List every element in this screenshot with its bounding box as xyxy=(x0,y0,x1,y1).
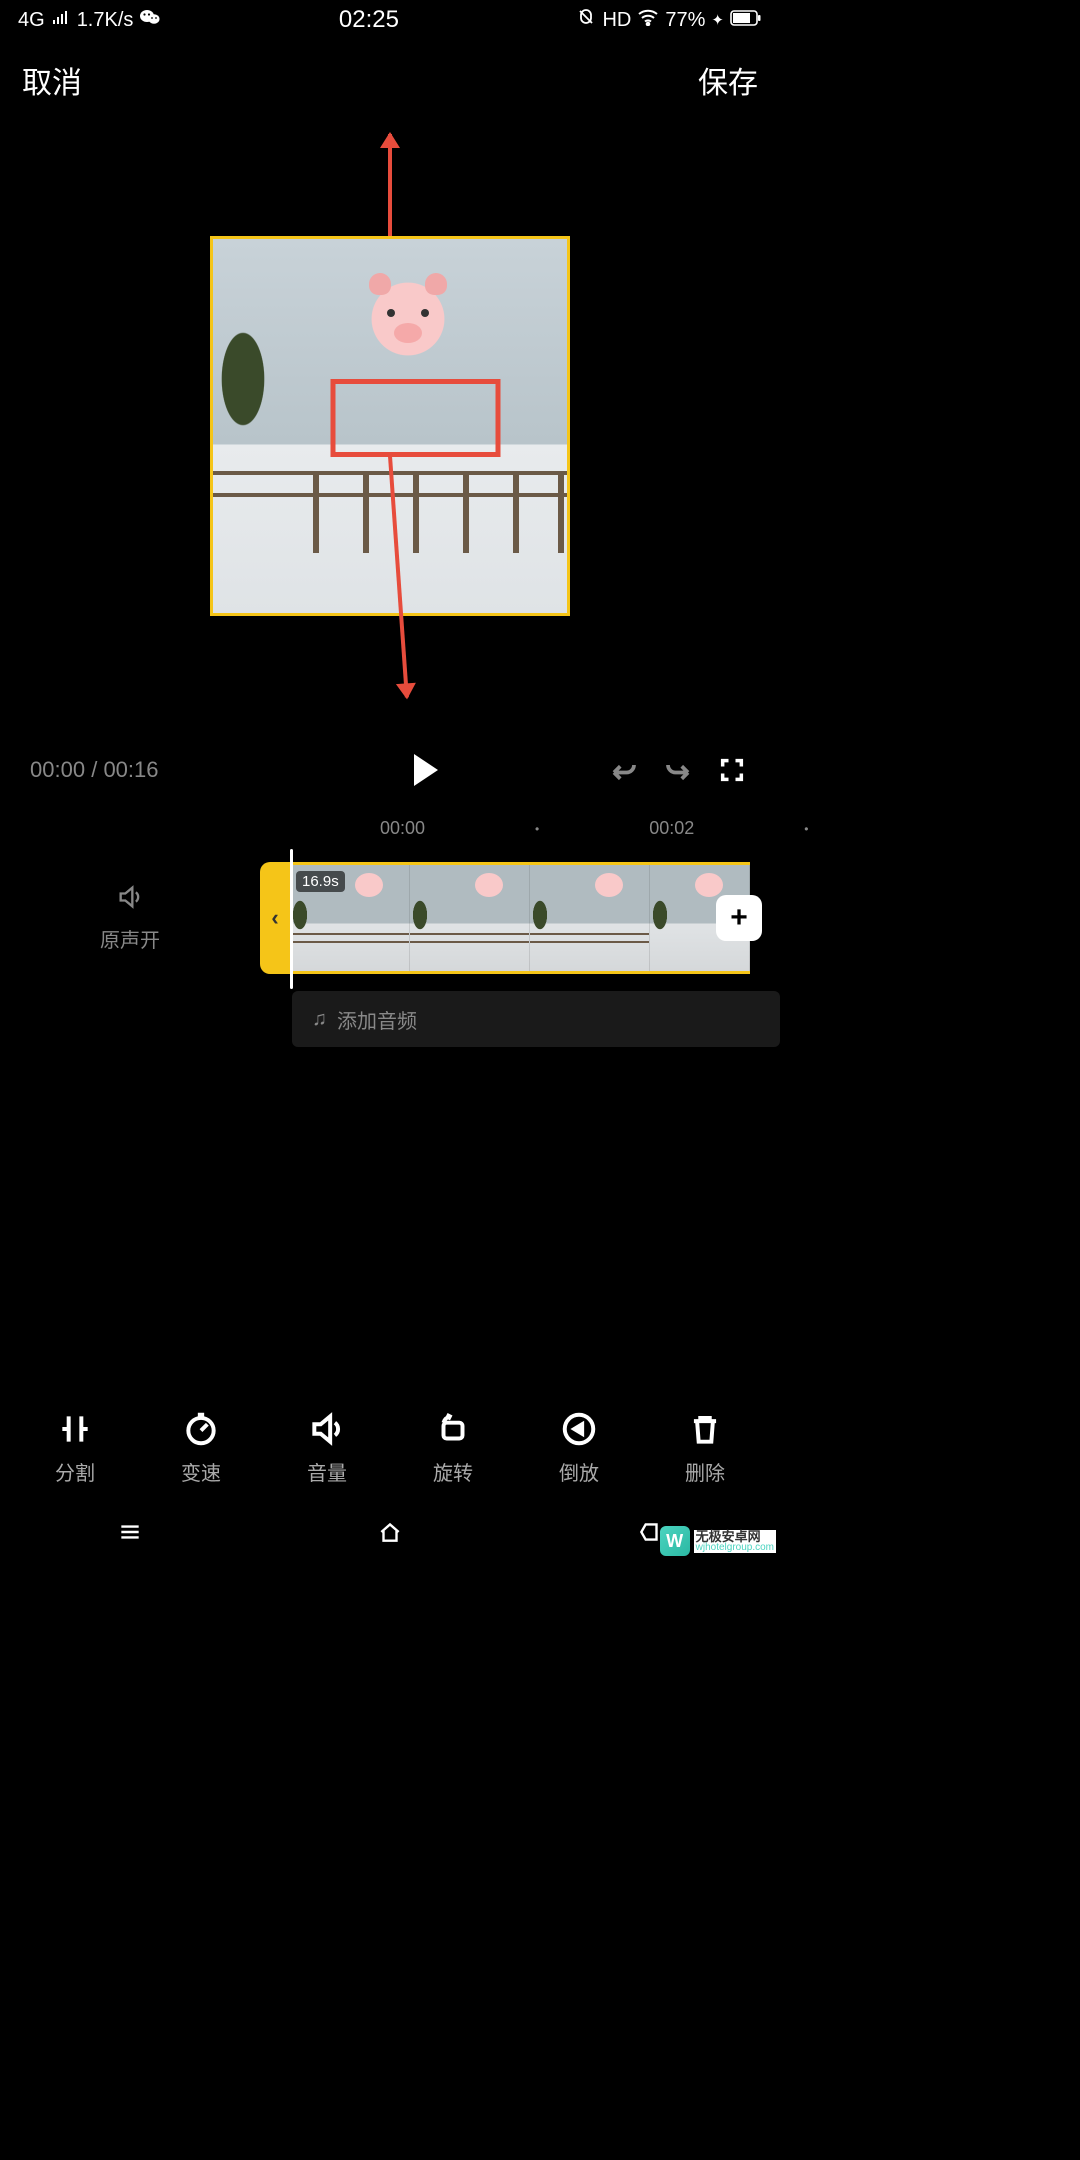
add-audio-label: 添加音频 xyxy=(337,1005,417,1034)
watermark-cn: 无极安卓网 xyxy=(694,1530,776,1543)
speaker-icon xyxy=(0,883,260,918)
add-clip-button[interactable]: + xyxy=(716,895,762,941)
timeline-ruler: 00:00 • 00:02 • xyxy=(0,818,780,839)
edit-toolbar: 分割 变速 音量 旋转 倒放 删除 xyxy=(0,1407,780,1486)
delete-label: 删除 xyxy=(685,1457,725,1486)
speed-label: 变速 xyxy=(181,1457,221,1486)
save-button[interactable]: 保存 xyxy=(698,58,758,102)
redo-icon xyxy=(663,755,693,785)
redo-button[interactable] xyxy=(660,752,696,788)
fullscreen-button[interactable] xyxy=(714,752,750,788)
playback-time: 00:00 / 00:16 xyxy=(30,757,390,783)
rotate-icon xyxy=(434,1410,472,1448)
undo-icon xyxy=(609,755,639,785)
original-sound-toggle[interactable]: 原声开 xyxy=(0,883,260,953)
rotate-label: 旋转 xyxy=(433,1457,473,1486)
ruler-mark: 00:00 xyxy=(380,818,425,839)
split-icon xyxy=(56,1410,94,1448)
split-button[interactable]: 分割 xyxy=(55,1407,95,1486)
signal-icon xyxy=(51,9,71,32)
sound-label: 原声开 xyxy=(100,930,160,952)
music-icon: ♫ xyxy=(312,1008,327,1031)
clock: 02:25 xyxy=(339,6,399,34)
timeline[interactable]: 原声开 ‹ 16.9s + xyxy=(0,863,780,973)
cancel-button[interactable]: 取消 xyxy=(22,58,82,102)
network-type: 4G xyxy=(18,9,45,32)
selected-clip-frame[interactable] xyxy=(210,236,570,616)
hd-label: HD xyxy=(602,9,631,32)
ruler-mark: 00:02 xyxy=(649,818,694,839)
speed-button[interactable]: 变速 xyxy=(181,1407,221,1486)
battery-percent: 77% xyxy=(665,9,705,32)
reverse-icon xyxy=(560,1410,598,1448)
clip-handle-left[interactable]: ‹ xyxy=(260,862,290,974)
undo-button[interactable] xyxy=(606,752,642,788)
charging-icon: ✦ xyxy=(711,11,724,29)
nav-recent-button[interactable] xyxy=(111,1516,149,1548)
playhead[interactable] xyxy=(290,849,293,989)
ruler-dot: • xyxy=(804,822,808,836)
pig-sticker xyxy=(363,279,453,359)
split-label: 分割 xyxy=(55,1457,95,1486)
wifi-icon xyxy=(637,8,659,32)
reverse-button[interactable]: 倒放 xyxy=(559,1407,599,1486)
volume-button[interactable]: 音量 xyxy=(307,1407,347,1486)
clip-track[interactable]: 16.9s xyxy=(290,862,750,974)
watermark-en: wjhotelgroup.com xyxy=(694,1543,776,1553)
delete-button[interactable]: 删除 xyxy=(685,1407,725,1486)
reverse-label: 倒放 xyxy=(559,1457,599,1486)
nav-home-button[interactable] xyxy=(371,1516,409,1548)
time-separator: / xyxy=(91,757,97,782)
clip-thumbnail[interactable] xyxy=(410,865,530,971)
total-time: 00:16 xyxy=(103,757,158,782)
ruler-dot: • xyxy=(535,822,539,836)
volume-label: 音量 xyxy=(307,1457,347,1486)
fullscreen-icon xyxy=(718,756,746,784)
trash-icon xyxy=(686,1410,724,1448)
play-icon xyxy=(414,754,438,786)
network-speed: 1.7K/s xyxy=(77,9,134,32)
rotate-button[interactable]: 旋转 xyxy=(433,1407,473,1486)
hamburger-icon xyxy=(115,1519,145,1545)
volume-icon xyxy=(308,1410,346,1448)
play-button[interactable] xyxy=(408,752,444,788)
mute-icon xyxy=(576,7,596,33)
playback-controls: 00:00 / 00:16 xyxy=(0,740,780,800)
current-time: 00:00 xyxy=(30,757,85,782)
home-icon xyxy=(375,1519,405,1545)
battery-icon xyxy=(730,9,762,32)
annotation-box xyxy=(331,379,501,457)
add-audio-button[interactable]: ♫ 添加音频 xyxy=(292,991,780,1047)
speed-icon xyxy=(182,1410,220,1448)
video-preview[interactable] xyxy=(210,120,570,732)
wechat-icon xyxy=(139,7,161,33)
clip-thumbnail[interactable]: 16.9s xyxy=(290,865,410,971)
watermark-logo: W xyxy=(660,1526,690,1556)
clip-thumbnail[interactable] xyxy=(530,865,650,971)
watermark: W 无极安卓网 wjhotelgroup.com xyxy=(660,1526,776,1556)
status-bar: 4G 1.7K/s 02:25 HD 77% ✦ xyxy=(0,0,780,40)
